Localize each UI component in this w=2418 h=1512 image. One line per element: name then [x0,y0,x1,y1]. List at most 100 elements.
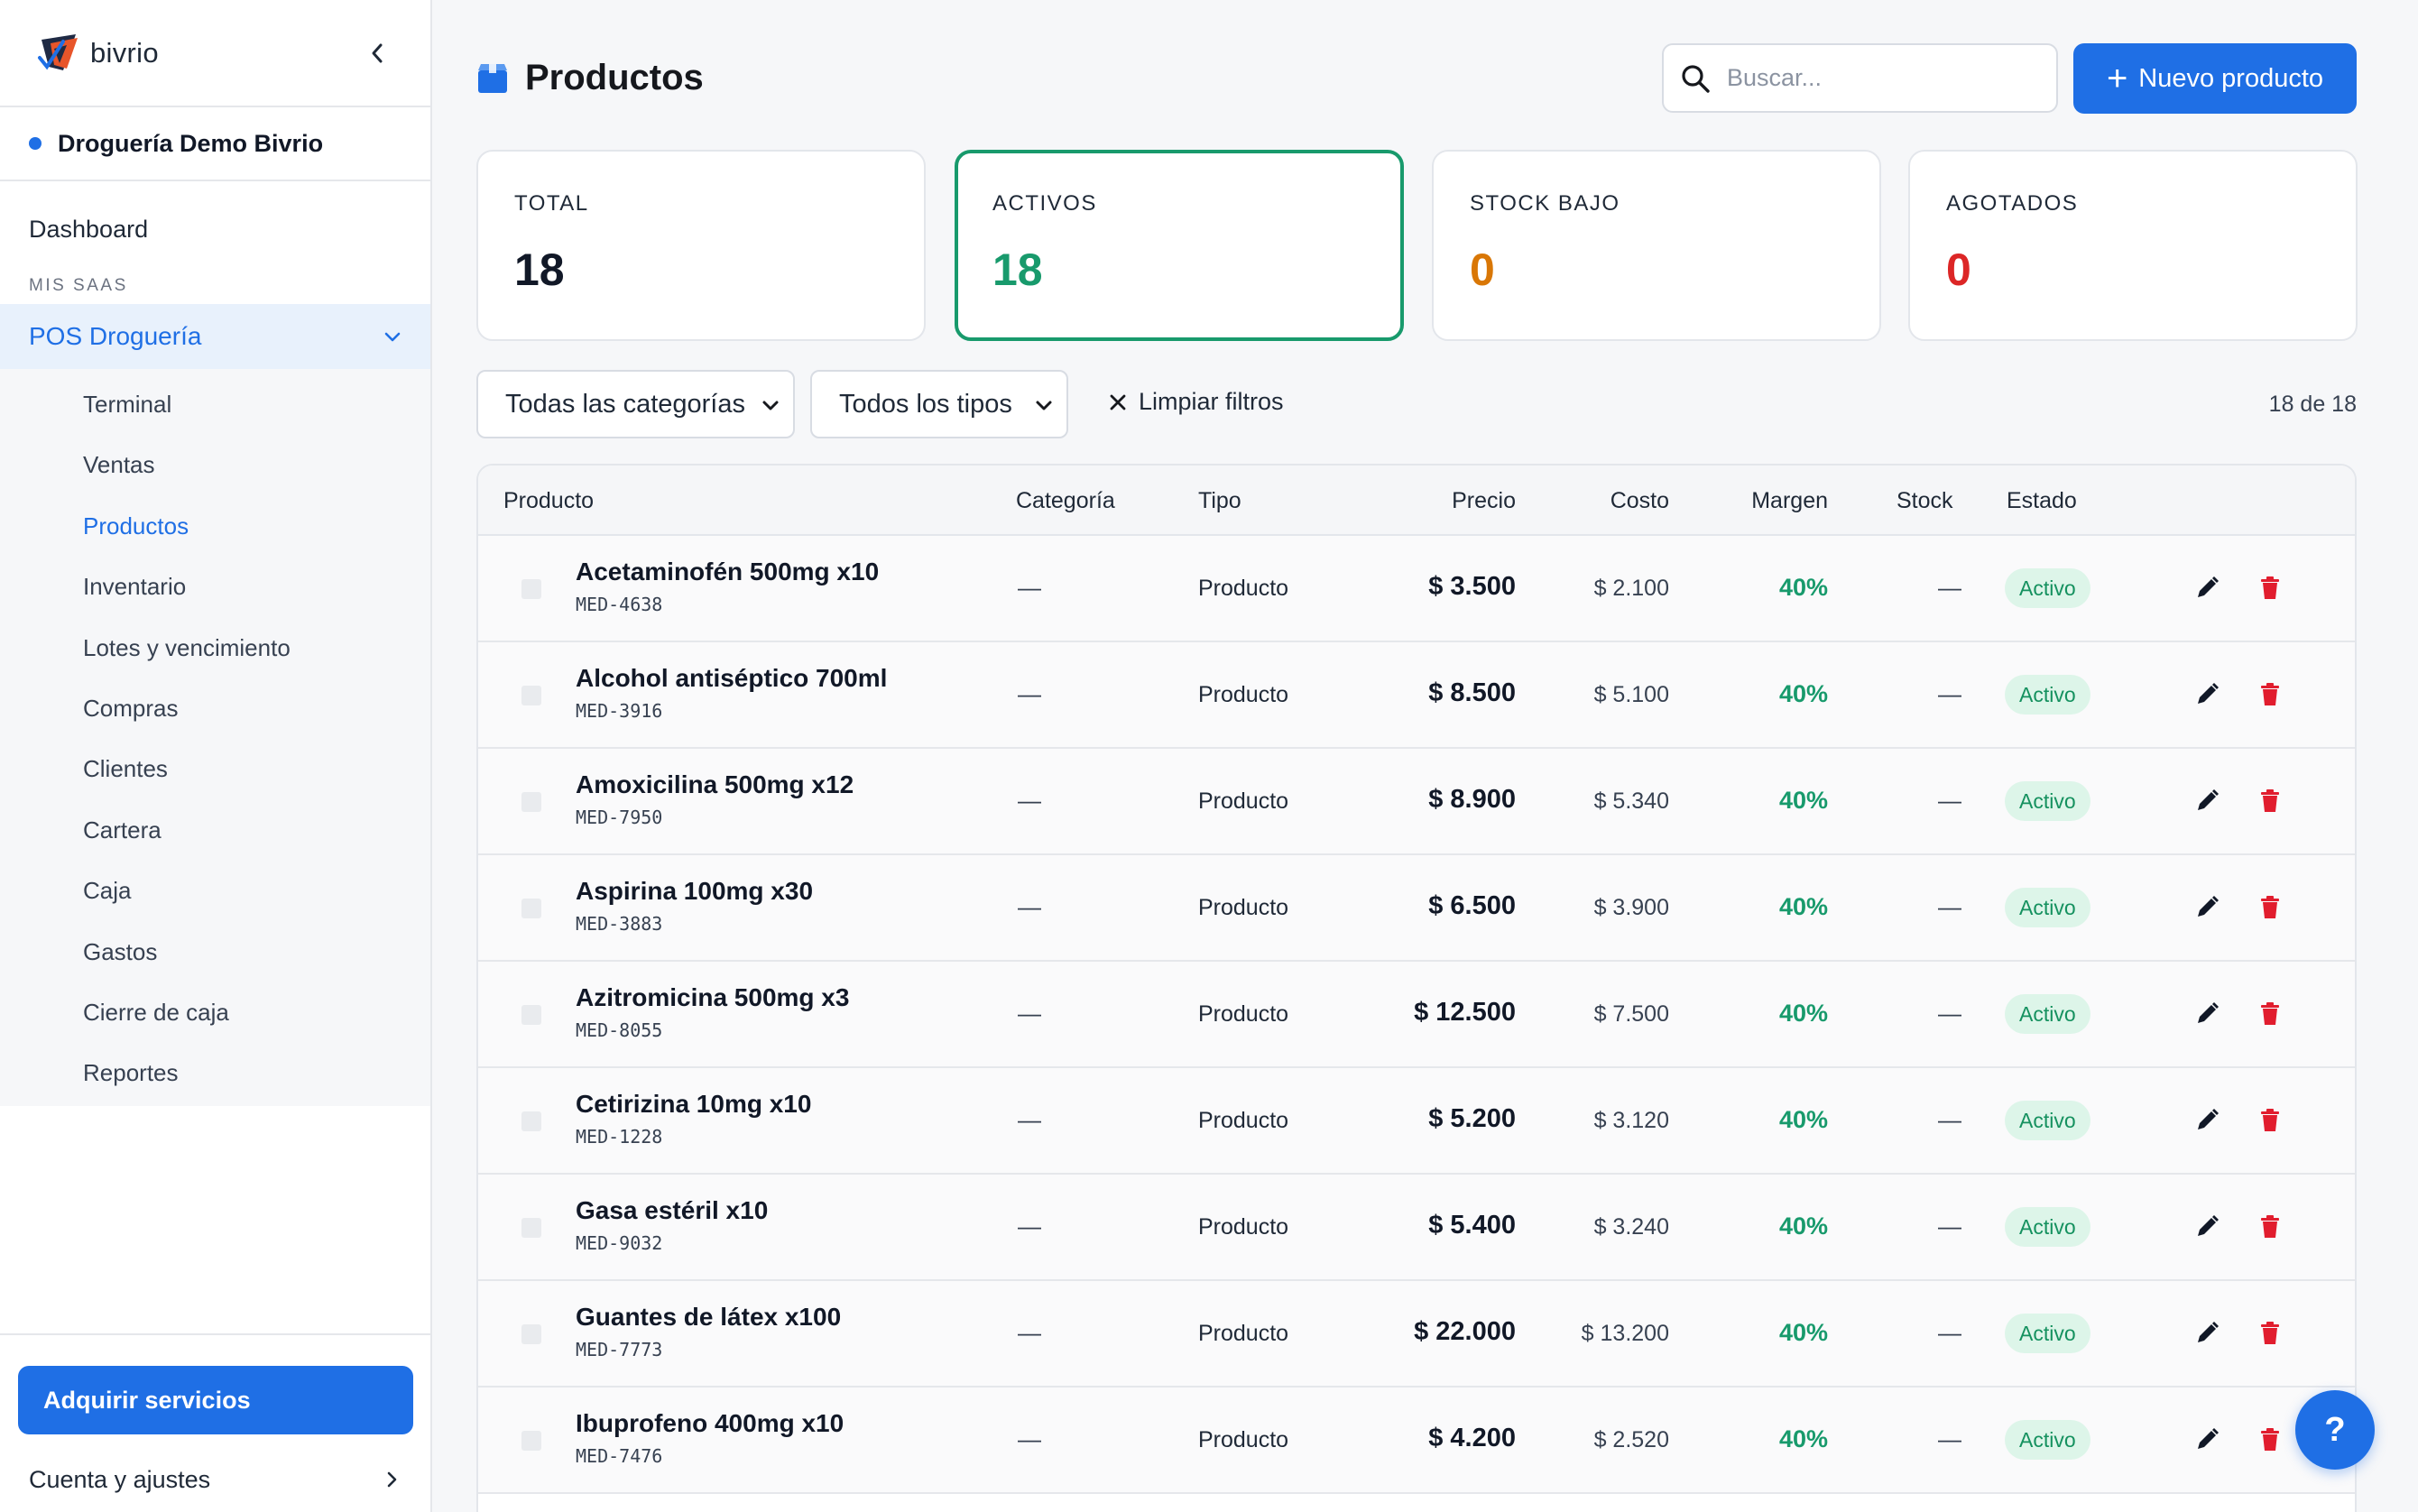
sidebar-item-gastos[interactable]: Gastos [0,922,430,982]
table-row[interactable]: Azitromicina 500mg x3 MED-8055 — Producto $ … [478,962,2355,1068]
nav-dashboard[interactable]: Dashboard [0,199,430,259]
trash-icon[interactable] [2256,1000,2284,1028]
edit-icon[interactable] [2192,1319,2221,1348]
stat-value: 0 [1470,244,1495,295]
filters-bar: Todas las categorías Todos los tipos Lim… [476,370,2357,438]
col-stock[interactable]: Stock [1897,488,1953,514]
stat-card-total[interactable]: TOTAL 18 [476,150,926,341]
sidebar-item-cartera[interactable]: Cartera [0,800,430,861]
table-row[interactable]: Guantes de látex x100 MED-7773 — Producto $ … [478,1281,2355,1388]
category-select[interactable]: Todas las categorías [476,370,795,438]
search-box[interactable] [1662,43,2058,113]
sidebar-item-caja[interactable]: Caja [0,861,430,921]
table-row[interactable]: Ibuprofeno 400mg x10 MED-7476 — Producto $ 4… [478,1388,2355,1494]
stat-card-activos[interactable]: ACTIVOS 18 [955,150,1404,341]
type-select[interactable]: Todos los tipos [810,370,1068,438]
section-title-mis-saas: MIS SAAS [29,276,128,295]
product-name[interactable]: Acetaminofén 500mg x10 [576,558,879,586]
account-settings-link[interactable]: Cuenta y ajustes [29,1461,398,1498]
sidebar-item-ventas[interactable]: Ventas [0,435,430,495]
org-selector[interactable]: Droguería Demo Bivrio [0,107,430,181]
stat-card-stock-bajo[interactable]: STOCK BAJO 0 [1432,150,1881,341]
product-type: Producto [1198,1108,1289,1133]
product-name[interactable]: Amoxicilina 500mg x12 [576,770,854,799]
product-margin: 40% [1778,1212,1828,1240]
trash-icon[interactable] [2256,787,2284,816]
edit-icon[interactable] [2192,574,2221,603]
page-header: Productos + Nuevo producto [476,0,2357,153]
product-name[interactable]: Cetirizina 10mg x10 [576,1090,811,1119]
sidebar-item-reportes[interactable]: Reportes [0,1043,430,1103]
clear-filters-button[interactable]: Limpiar filtros [1108,388,1284,416]
table-body: Acetaminofén 500mg x10 MED-4638 — Producto $… [478,536,2355,1494]
sidebar-item-inventario[interactable]: Inventario [0,557,430,617]
sidebar-item-lotes[interactable]: Lotes y vencimiento [0,618,430,678]
status-badge: Activo [2005,1101,2090,1140]
sidebar-item-clientes[interactable]: Clientes [0,739,430,799]
sidebar-item-compras[interactable]: Compras [0,678,430,739]
stat-value: 18 [992,244,1043,295]
help-button[interactable]: ? [2295,1390,2375,1470]
product-price: $ 8.900 [1428,785,1516,814]
sidebar-item-cierre-de-caja[interactable]: Cierre de caja [0,982,430,1043]
product-name[interactable]: Gasa estéril x10 [576,1196,768,1225]
trash-icon[interactable] [2256,680,2284,709]
product-stock: — [1938,574,1961,601]
sidebar-footer: Adquirir servicios Cuenta y ajustes [0,1333,430,1512]
edit-icon[interactable] [2192,1212,2221,1241]
sidebar-item-productos[interactable]: Productos [0,496,430,557]
subnav: Terminal Ventas Productos Inventario Lot… [0,369,430,1106]
search-input[interactable] [1727,64,2034,92]
product-name[interactable]: Guantes de látex x100 [576,1303,841,1332]
col-margen[interactable]: Margen [1751,488,1828,514]
brand-name: bivrio [90,36,159,69]
edit-icon[interactable] [2192,787,2221,816]
page-title-text: Productos [525,58,704,97]
trash-icon[interactable] [2256,893,2284,922]
edit-icon[interactable] [2192,893,2221,922]
trash-icon[interactable] [2256,1106,2284,1135]
col-costo[interactable]: Costo [1610,488,1669,514]
product-stock: — [1938,680,1961,707]
table-row[interactable]: Alcohol antiséptico 700ml MED-3916 — Produc… [478,642,2355,749]
table-row[interactable]: Amoxicilina 500mg x12 MED-7950 — Producto $ … [478,749,2355,855]
table-row[interactable]: Aspirina 100mg x30 MED-3883 — Producto $ 6.5… [478,855,2355,962]
product-name[interactable]: Azitromicina 500mg x3 [576,983,849,1012]
table-row[interactable]: Gasa estéril x10 MED-9032 — Producto $ 5.400… [478,1175,2355,1281]
collapse-sidebar-button[interactable] [364,40,391,67]
trash-icon[interactable] [2256,574,2284,603]
clear-filters-label: Limpiar filtros [1139,388,1284,415]
product-stock: — [1938,1425,1961,1452]
col-categoria[interactable]: Categoría [1016,488,1115,514]
edit-icon[interactable] [2192,1425,2221,1454]
table-row[interactable]: Acetaminofén 500mg x10 MED-4638 — Producto $… [478,536,2355,642]
edit-icon[interactable] [2192,1106,2221,1135]
product-name[interactable]: Aspirina 100mg x30 [576,877,813,906]
status-badge: Activo [2005,888,2090,927]
table-row[interactable]: Cetirizina 10mg x10 MED-1228 — Producto $ 5.… [478,1068,2355,1175]
sidebar-item-terminal[interactable]: Terminal [0,374,430,435]
acquire-services-button[interactable]: Adquirir servicios [18,1366,413,1434]
product-category: — [1018,1212,1041,1240]
col-tipo[interactable]: Tipo [1198,488,1241,514]
product-cost: $ 5.100 [1593,682,1669,707]
trash-icon[interactable] [2256,1425,2284,1454]
product-price: $ 5.400 [1428,1211,1516,1240]
product-price: $ 4.200 [1428,1424,1516,1452]
product-category: — [1018,1000,1041,1027]
trash-icon[interactable] [2256,1212,2284,1241]
product-name[interactable]: Ibuprofeno 400mg x10 [576,1409,844,1438]
nav-group-pos-drogueria[interactable]: POS Droguería [0,304,430,369]
col-precio[interactable]: Precio [1452,488,1516,514]
col-producto[interactable]: Producto [503,488,594,514]
stat-card-agotados[interactable]: AGOTADOS 0 [1908,150,2358,341]
status-badge: Activo [2005,1314,2090,1353]
edit-icon[interactable] [2192,1000,2221,1028]
new-product-button[interactable]: + Nuevo producto [2073,43,2357,114]
trash-icon[interactable] [2256,1319,2284,1348]
edit-icon[interactable] [2192,680,2221,709]
close-icon [1110,394,1126,410]
product-margin: 40% [1778,787,1828,814]
product-sku: MED-3883 [576,913,663,935]
product-name[interactable]: Alcohol antiséptico 700ml [576,664,887,693]
